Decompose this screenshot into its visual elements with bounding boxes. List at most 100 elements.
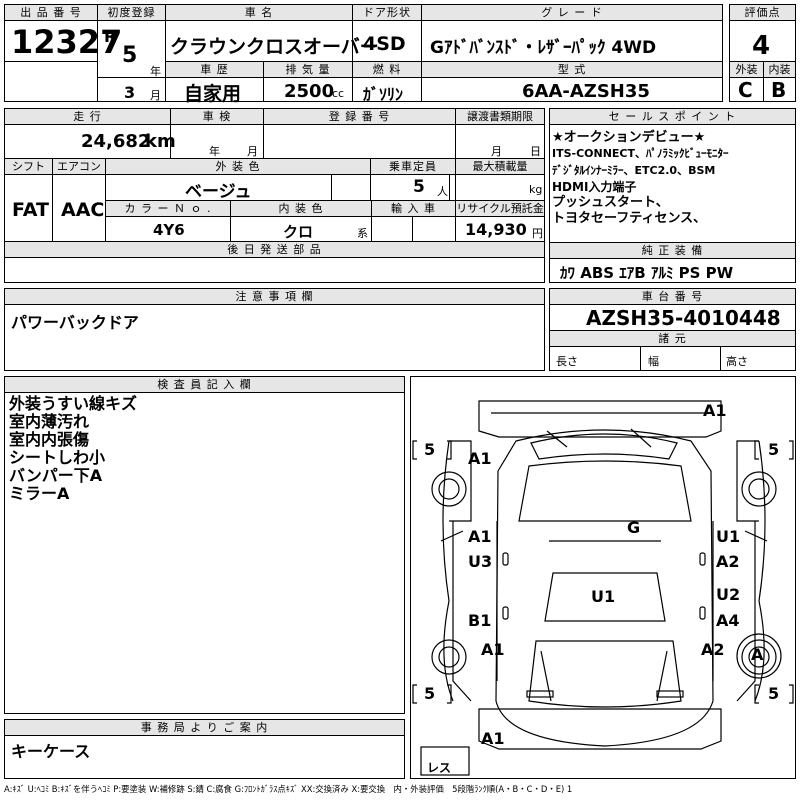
model-box: 型 式 6AA-AZSH35 [421,61,723,102]
inspector-note: ミラーA [9,484,70,503]
damage-roof: U1 [591,587,616,606]
transfer-month-unit: 月 [491,145,502,158]
interior-color-label: 内 装 色 [231,201,371,217]
inspector-notes: 外装うすい線キズ 室内薄汚れ 室内内張傷 シートしわ小 バンパー下A ミラーA [9,395,137,503]
capacity-unit: 人 [437,185,448,198]
lot-number-label: 出 品 番 号 [5,5,97,21]
mileage-unit: km [145,131,176,152]
damage-rear-left-quarter: A1 [481,640,505,659]
damage-front-left-fender: A1 [468,449,492,468]
lot-blank-box [4,61,98,102]
office-text: キーケース [11,742,91,761]
inspector-note: 外装うすい線キズ [9,394,138,413]
interior-color: クロ [283,223,314,241]
footer-legend: A:ｷｽﾞ U:ﾍｺﾐ B:ｷｽﾞを伴うﾍｺﾐ P:要塗装 W:補修跡 S:錆 … [4,784,573,794]
first-registration-box: 初度登録 R 5 年 3 月 [97,4,166,102]
sales-point-line: ★オークションデビュー★ [552,130,706,145]
chassis-label: 車 台 番 号 [550,289,795,305]
model-code: 6AA-AZSH35 [522,81,650,102]
car-diagram [412,400,794,776]
sales-point-line: HDMI入力端子 [552,179,637,194]
damage-rear-left-door: B1 [468,611,492,630]
transfer-day-unit: 日 [530,145,541,158]
tire-front-right: 5 [768,440,780,459]
inspection-month-unit: 月 [247,145,258,158]
inspection-year-unit: 年 [209,145,220,158]
vehicle-info-grid: 走 行 24,682 km 車 検 年 月 登 録 番 号 譲渡書類期限 月 日… [4,108,545,283]
dimensions-label: 諸 元 [550,331,795,347]
grade-box: グ レ ー ド Gｱﾄﾞﾊﾞﾝｽﾄﾞ・ﾚｻﾞｰﾊﾟｯｸ 4WD [421,4,723,62]
history-box: 車 歴 自家用 [165,61,264,105]
sales-points-list: ★オークションデビュー★ ITS-CONNECT、ﾊﾟﾉﾗﾐｯｸﾋﾞｭｰﾓﾆﾀｰ… [552,130,729,228]
score-label: 評価点 [730,5,795,21]
registration-number-label: 登 録 番 号 [264,109,455,125]
exterior-grade: C [738,78,753,102]
equipment-items: ｶﾜ ABS ｴｱB ｱﾙﾐ PS PW [560,264,734,282]
interior-grade-box: 内装 B [763,61,796,102]
fuel-box: 燃 料 ｶﾞｿﾘﾝ [352,61,422,104]
grade-label: グ レ ー ド [422,5,722,21]
sales-points-box: セ ー ル ス ポ イ ン ト ★オークションデビュー★ ITS-CONNECT… [549,108,796,283]
office-box: 事 務 局 よ り ご 案 内 キーケース [4,719,405,779]
displacement-label: 排 気 量 [264,62,352,78]
damage-rear-bottom: A1 [481,729,505,748]
damage-front-left-door-2: U3 [468,552,493,571]
registration-year: 5 [122,43,138,68]
door-box: ドア形状 4SD [352,4,422,62]
inspector-note: バンパー下A [9,466,103,485]
damage-right-rear-door: U2 [716,585,741,604]
registration-month: 3 [124,83,136,102]
notes-box: 注 意 事 項 欄 パワーバックドア [4,288,545,371]
capacity: 5 [413,177,425,197]
grade: Gｱﾄﾞﾊﾞﾝｽﾄﾞ・ﾚｻﾞｰﾊﾟｯｸ 4WD [430,38,657,58]
tire-rear-left: 5 [424,684,436,703]
score: 4 [752,31,771,61]
height-label: 高さ [726,355,748,368]
era: R [104,27,117,46]
inspector-note: 室内薄汚れ [9,412,90,431]
max-load-unit: kg [529,183,543,196]
sales-points-label: セ ー ル ス ポ イ ン ト [550,109,795,125]
import-label: 輸 入 車 [372,201,455,217]
damage-right-rear-door-2: A4 [716,611,740,630]
exterior-grade-box: 外装 C [729,61,764,102]
interior-color-unit: 系 [357,227,368,240]
displacement-unit: cc [332,87,345,100]
shift-label: シフト [5,159,52,175]
damage-hood: G [627,518,641,537]
history-label: 車 歴 [166,62,263,78]
color-number-label: カ ラ ー Ｎ ｏ . [106,201,230,217]
sales-point-line: ITS-CONNECT、ﾊﾟﾉﾗﾐｯｸﾋﾞｭｰﾓﾆﾀｰ [552,147,729,161]
inspector-label: 検 査 員 記 入 欄 [5,377,404,393]
spare-label: レス [427,761,452,775]
car-name-label: 車 名 [166,5,352,21]
door-type: 4SD [363,33,406,55]
exterior-grade-label: 外装 [730,62,763,78]
interior-grade-label: 内装 [764,62,795,78]
chassis-number: AZSH35-4010448 [586,306,781,330]
recycle-unit: 円 [532,227,543,240]
notes-label: 注 意 事 項 欄 [5,289,544,305]
interior-grade: B [771,78,787,102]
ac-label: エアコン [53,159,105,175]
mileage: 24,682 [81,131,151,152]
sales-point-line: ﾃﾞｼﾞﾀﾙｲﾝﾅｰﾐﾗｰ、ETC2.0、BSM [552,163,716,177]
fuel-label: 燃 料 [353,62,421,78]
chassis-box: 車 台 番 号 AZSH35-4010448 諸 元 長さ 幅 高さ [549,288,796,371]
car-name-box: 車 名 クラウンクロスオーバー [165,4,379,62]
tire-rear-right: 5 [768,684,780,703]
damage-front-left-door: A1 [468,527,492,546]
length-label: 長さ [556,355,578,368]
equipment-label: 純 正 装 備 [550,243,795,259]
car-name: クラウンクロスオーバー [170,36,379,58]
car-diagram-box: 5 5 5 5 A1 A1 A1 U3 B1 A1 G U1 U1 A2 U2 … [410,376,796,779]
history: 自家用 [184,83,242,105]
score-box: 評価点 4 [729,4,796,62]
door-label: ドア形状 [353,5,421,21]
displacement-box: 排 気 量 2500 cc [263,61,353,102]
capacity-label: 乗車定員 [371,159,455,175]
lot-number-box: 出 品 番 号 12327 [4,4,122,62]
later-parts-label: 後 日 発 送 部 品 [5,242,544,258]
damage-roof-top: A1 [703,401,727,420]
inspection-label: 車 検 [171,109,263,125]
